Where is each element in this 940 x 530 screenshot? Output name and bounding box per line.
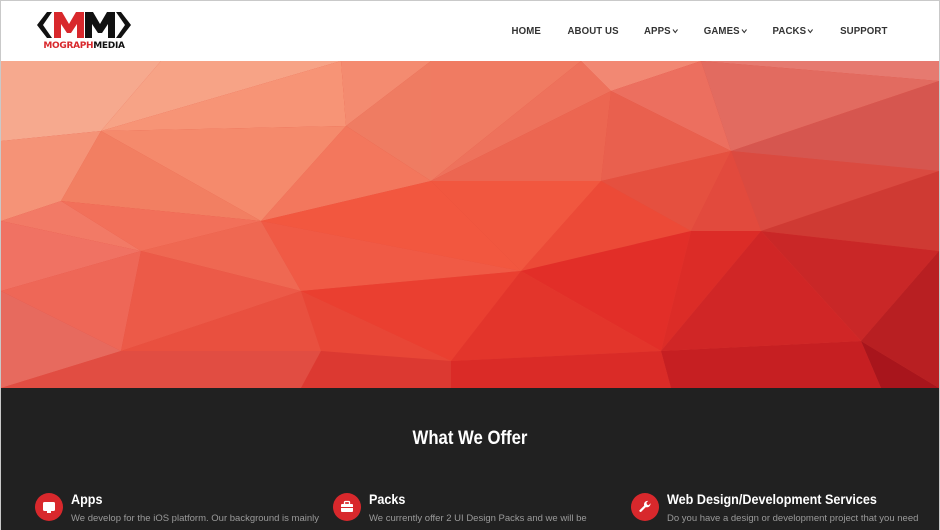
service-title: Apps [71,491,103,507]
chevron-down-icon [808,29,814,34]
chevron-down-icon [672,29,678,34]
section-title: What We Offer [412,428,528,449]
nav-about-us[interactable]: ABOUT US [568,25,619,37]
what-we-offer-section: What We Offer Apps We develop for the iO… [1,388,939,530]
service-title: Packs [369,491,406,507]
briefcase-icon [333,493,361,521]
service-title: Web Design/Development Services [667,491,877,507]
mographmedia-logo[interactable]: MOGRAPHMEDIA [35,8,133,54]
nav-apps[interactable]: APPS [644,25,678,37]
mm-logo-mark [37,12,131,38]
service-description: We currently offer 2 UI Design Packs and… [369,513,587,524]
low-poly-background [1,61,939,388]
service-description: Do you have a design or development proj… [667,513,919,524]
wrench-icon [631,493,659,521]
main-nav: HOME ABOUT US APPS GAMES PACKS SUPPORT [487,1,887,61]
nav-packs[interactable]: PACKS [773,25,814,37]
chevron-down-icon [741,29,747,34]
service-description: We develop for the iOS platform. Our bac… [71,513,319,524]
logo-wordmark: MOGRAPHMEDIA [43,41,125,51]
monitor-icon [35,493,63,521]
hero-banner [1,61,939,388]
site-header: MOGRAPHMEDIA HOME ABOUT US APPS GAMES PA… [1,1,939,61]
nav-games[interactable]: GAMES [704,25,747,37]
nav-home[interactable]: HOME [512,25,541,37]
nav-support[interactable]: SUPPORT [840,25,887,37]
